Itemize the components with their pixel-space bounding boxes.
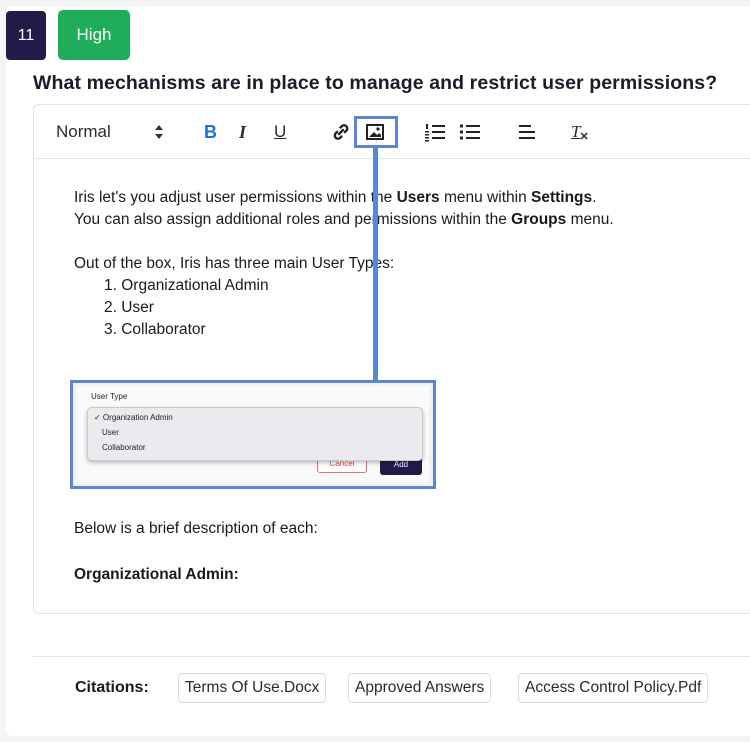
list-item: 3. Collaborator <box>104 321 206 338</box>
embed-option: Collaborator <box>102 443 146 452</box>
citation-chip[interactable]: Approved Answers <box>348 673 492 703</box>
answer-line-2: You can also assign additional roles and… <box>74 211 614 228</box>
italic-button[interactable]: I <box>239 119 246 145</box>
user-types-list: 1. Organizational Admin 2. User 3. Colla… <box>104 275 614 341</box>
question-number-badge: 11 <box>6 11 46 60</box>
embed-user-type-dropdown: ✓ Organization Admin User Collaborator <box>87 407 423 461</box>
divider <box>33 656 750 657</box>
highlight-connector <box>373 148 378 380</box>
list-item: 1. Organizational Admin <box>104 277 269 294</box>
citations-label: Citations: <box>75 679 149 696</box>
list-item: 2. User <box>104 299 154 316</box>
user-types-intro: Out of the box, Iris has three main User… <box>74 255 395 272</box>
format-select-caret-icon[interactable] <box>152 119 166 145</box>
priority-badge[interactable]: High <box>58 10 130 60</box>
answer-body[interactable]: Iris let's you adjust user permissions w… <box>74 187 614 341</box>
align-left-icon[interactable] <box>516 119 538 145</box>
answer-line-1: Iris let's you adjust user permissions w… <box>74 189 597 206</box>
section-heading: Organizational Admin: <box>74 566 239 583</box>
embed-user-type-label: User Type <box>91 392 128 401</box>
underline-button[interactable]: U <box>274 119 286 145</box>
citation-chip[interactable]: Access Control Policy.Pdf <box>518 673 709 703</box>
format-select[interactable]: Normal <box>56 119 111 145</box>
question-title: What mechanisms are in place to manage a… <box>33 72 718 94</box>
ordered-list-icon[interactable] <box>424 119 446 145</box>
embed-option: User <box>102 428 119 437</box>
bullet-list-icon[interactable] <box>459 119 481 145</box>
image-button-highlight <box>354 116 398 148</box>
description-intro: Below is a brief description of each: <box>74 520 318 537</box>
citation-chip[interactable]: Terms Of Use.Docx <box>178 673 327 703</box>
link-icon[interactable] <box>330 119 352 145</box>
embed-option: ✓ Organization Admin <box>94 413 173 422</box>
embedded-screenshot-image[interactable]: User Type Cancel Add ✓ Organization Admi… <box>70 380 436 489</box>
clear-format-icon[interactable]: T ✕ <box>571 119 589 145</box>
clear-x-icon: ✕ <box>579 130 589 143</box>
bold-button[interactable]: B <box>204 119 217 145</box>
embedded-screenshot-frame: User Type Cancel Add ✓ Organization Admi… <box>77 386 429 482</box>
